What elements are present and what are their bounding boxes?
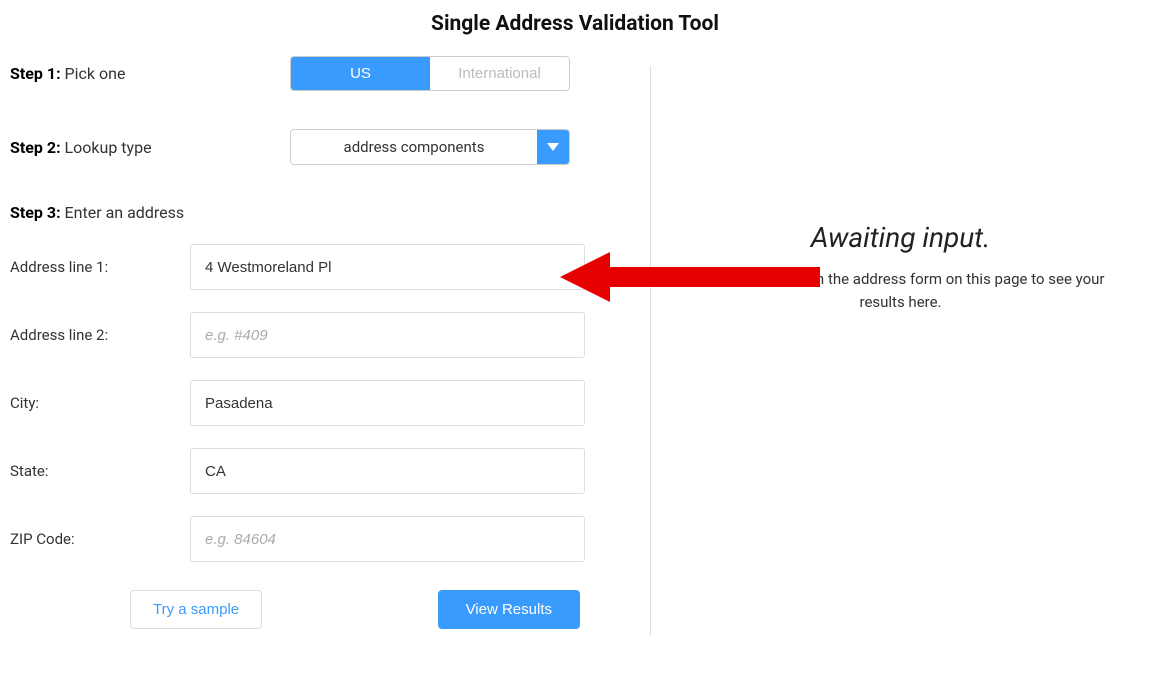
toggle-international[interactable]: International [430, 57, 569, 90]
form-panel: Step 1: Pick one US International Step 2… [0, 46, 650, 676]
label-zip: ZIP Code: [10, 530, 190, 548]
view-results-button[interactable]: View Results [438, 590, 580, 629]
input-address-line1[interactable] [190, 244, 585, 290]
awaiting-text: Enter an address in the address form on … [691, 268, 1110, 313]
step3-label-text: Enter an address [65, 203, 185, 222]
button-row: Try a sample View Results [10, 590, 580, 629]
field-row-line1: Address line 1: [10, 244, 650, 290]
label-city: City: [10, 394, 190, 412]
step1-label-bold: Step 1: [10, 64, 65, 83]
step2-label: Step 2: Lookup type [10, 138, 290, 157]
label-line1: Address line 1: [10, 258, 190, 276]
field-row-state: State: [10, 448, 650, 494]
step3-label-bold: Step 3: [10, 203, 65, 222]
step2-row: Step 2: Lookup type address components [10, 129, 650, 165]
chevron-down-icon[interactable] [537, 130, 569, 164]
label-state: State: [10, 462, 190, 480]
input-state[interactable] [190, 448, 585, 494]
try-sample-button[interactable]: Try a sample [130, 590, 262, 629]
input-address-line2[interactable] [190, 312, 585, 358]
lookup-type-select[interactable]: address components [290, 129, 570, 165]
toggle-us[interactable]: US [291, 57, 430, 90]
step2-label-bold: Step 2: [10, 138, 65, 157]
label-line2: Address line 2: [10, 326, 190, 344]
input-city[interactable] [190, 380, 585, 426]
step1-row: Step 1: Pick one US International [10, 56, 650, 91]
field-row-city: City: [10, 380, 650, 426]
step3-label: Step 3: Enter an address [10, 203, 650, 222]
awaiting-title: Awaiting input. [691, 221, 1110, 254]
step2-label-text: Lookup type [65, 138, 152, 157]
results-panel: Awaiting input. Enter an address in the … [651, 46, 1150, 676]
input-zip[interactable] [190, 516, 585, 562]
country-toggle: US International [290, 56, 570, 91]
step1-label-text: Pick one [65, 64, 126, 83]
step1-label: Step 1: Pick one [10, 64, 290, 83]
lookup-type-selected[interactable]: address components [291, 130, 537, 164]
field-row-zip: ZIP Code: [10, 516, 650, 562]
field-row-line2: Address line 2: [10, 312, 650, 358]
page-title: Single Address Validation Tool [0, 0, 1150, 36]
